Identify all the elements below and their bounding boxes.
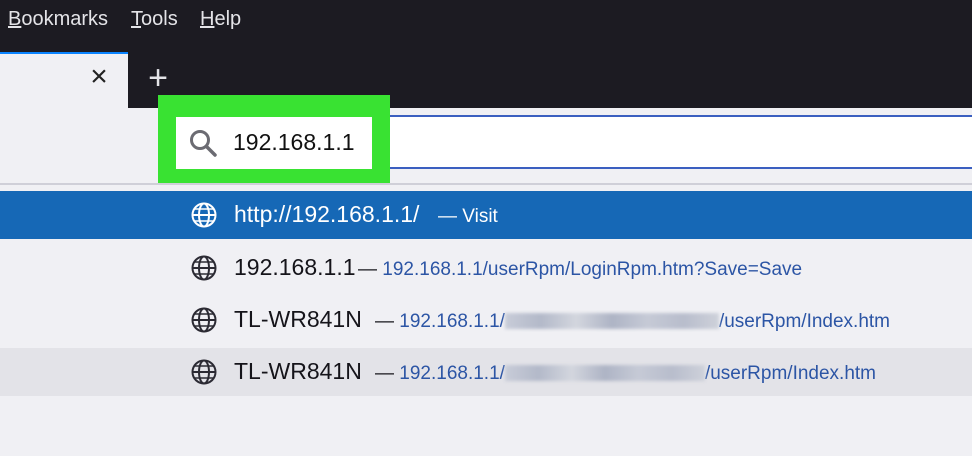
blurred-url-segment: [504, 313, 719, 329]
search-icon: [190, 130, 217, 157]
menu-help[interactable]: Help: [200, 8, 241, 31]
divider: [0, 183, 972, 185]
suggestion-title: 192.168.1.1: [234, 254, 356, 280]
suggestion-title: TL-WR841N: [234, 358, 362, 384]
menu-bookmarks[interactable]: Bookmarks: [8, 8, 108, 31]
suggestion-url-suffix: /userRpm/Index.htm: [718, 311, 891, 332]
suggestions-dropdown: http://192.168.1.1/ — Visit 192.168.1.1 …: [0, 183, 972, 456]
suggestion-url-prefix: 192.168.1.1/: [399, 311, 505, 332]
suggestion-separator: —: [438, 206, 457, 227]
suggestion-separator: —: [358, 259, 377, 280]
suggestion-title: http://192.168.1.1/: [234, 201, 420, 227]
suggestion-row[interactable]: 192.168.1.1 — 192.168.1.1/userRpm/LoginR…: [0, 244, 972, 292]
plus-icon[interactable]: +: [140, 60, 176, 96]
blurred-url-segment: [504, 365, 705, 381]
url-input-value: 192.168.1.1: [233, 129, 355, 155]
menu-tools[interactable]: Tools: [131, 8, 178, 31]
suggestion-url: 192.168.1.1/userRpm/LoginRpm.htm?Save=Sa…: [382, 259, 803, 280]
browser-tab[interactable]: ×: [0, 52, 128, 110]
globe-icon: [191, 359, 217, 385]
url-bar[interactable]: [378, 115, 972, 169]
suggestion-row[interactable]: TL-WR841N — 192.168.1.1/ /userRpm/Index.h…: [0, 348, 972, 396]
globe-icon: [191, 202, 217, 228]
suggestion-action: Visit: [462, 206, 498, 227]
suggestion-separator: —: [375, 311, 394, 332]
menu-bar: Bookmarks Tools Help: [0, 0, 972, 40]
globe-icon: [191, 255, 217, 281]
suggestion-row[interactable]: http://192.168.1.1/ — Visit: [0, 191, 972, 239]
url-input[interactable]: 192.168.1.1: [176, 117, 372, 169]
suggestion-url-prefix: 192.168.1.1/: [399, 363, 505, 384]
suggestion-row[interactable]: TL-WR841N — 192.168.1.1/ /userRpm/Index.h…: [0, 296, 972, 344]
suggestion-title: TL-WR841N: [234, 306, 362, 332]
globe-icon: [191, 307, 217, 333]
dropdown-footer: [0, 399, 972, 456]
close-icon[interactable]: ×: [86, 62, 112, 92]
suggestion-separator: —: [375, 363, 394, 384]
suggestion-url-suffix: /userRpm/Index.htm: [704, 363, 877, 384]
